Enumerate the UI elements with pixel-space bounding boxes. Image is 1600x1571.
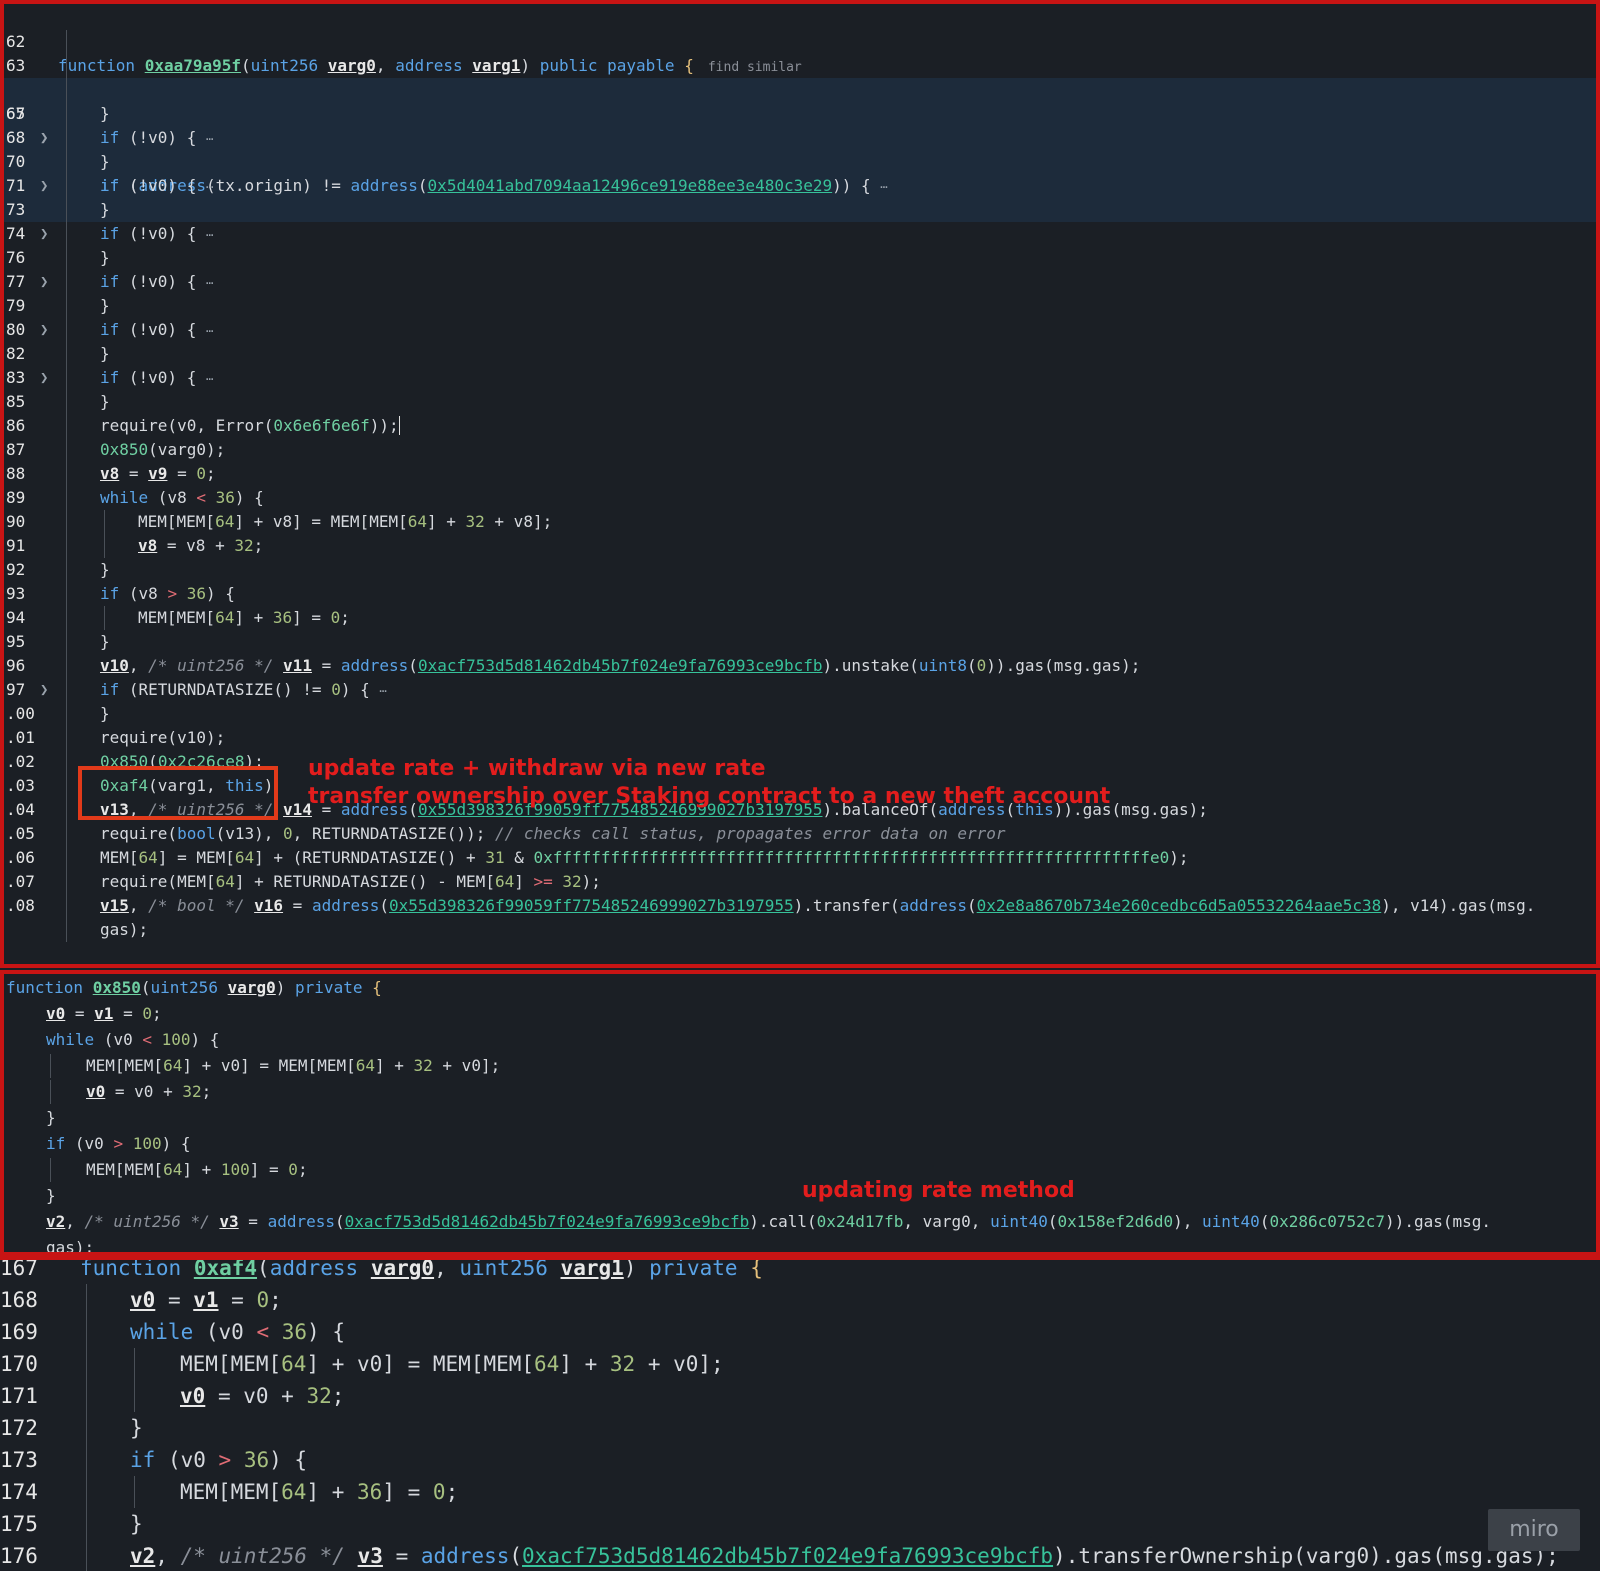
chevron-right-icon[interactable]: ❯: [40, 678, 52, 702]
annotation-transfer-ownership: transfer ownership over Staking contract…: [308, 784, 1111, 809]
folded-code-line[interactable]: 65 ❯ if (address(tx.origin) != address(0…: [4, 78, 1596, 222]
chevron-right-icon[interactable]: ❯: [40, 270, 52, 294]
chevron-right-icon[interactable]: ❯: [40, 174, 52, 198]
annotation-updating-rate-method: updating rate method: [802, 1178, 1075, 1203]
annotation-update-rate: update rate + withdraw via new rate: [308, 756, 766, 781]
chevron-right-icon[interactable]: ❯: [40, 126, 52, 150]
chevron-right-icon[interactable]: ❯: [40, 318, 52, 342]
decompiled-function-panel: 62 function 0xaa79a95f(uint256 varg0, ad…: [0, 0, 1600, 968]
miro-watermark: miro: [1488, 1509, 1580, 1551]
chevron-right-icon[interactable]: ❯: [40, 366, 52, 390]
private-function-0xaf4-panel: 167 function 0xaf4(address varg0, uint256…: [0, 1256, 1600, 1571]
private-function-0x850-panel: function 0x850(uint256 varg0) private { …: [0, 970, 1600, 1256]
highlight-box: [78, 766, 278, 820]
chevron-right-icon[interactable]: ❯: [40, 222, 52, 246]
